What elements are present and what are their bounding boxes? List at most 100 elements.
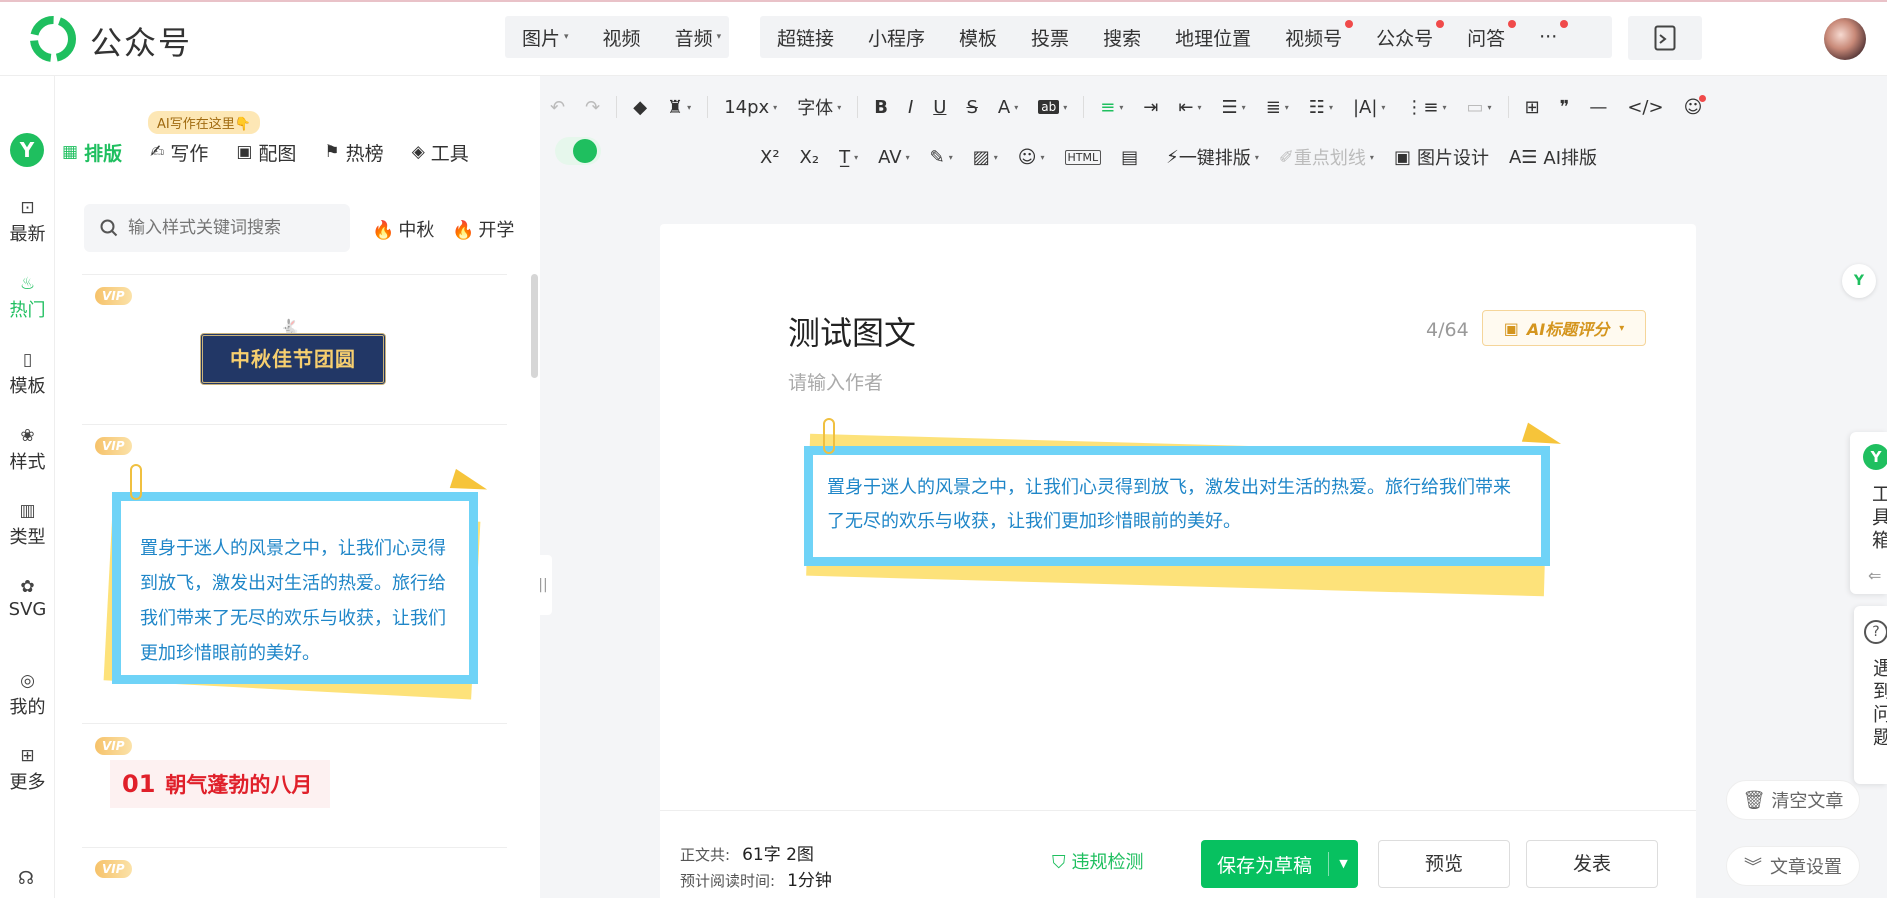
sticker-icon[interactable]: ☺ ▾ [1018,147,1045,168]
tab-hotlist[interactable]: ⚑ 热榜 [324,139,383,166]
hot-tag-school[interactable]: 🔥 开学 [452,216,514,242]
html-icon[interactable]: HTML [1064,149,1102,165]
magic-wand-icon[interactable]: ✎ ▾ [930,147,953,168]
tab-tools[interactable]: ◈ 工具 [412,139,469,166]
nav-item-svg[interactable]: ✿ SVG [0,577,55,620]
chart-icon[interactable]: ▨ ▾ [973,147,998,168]
briefcase-icon[interactable]: ▤ [1121,147,1138,168]
format-toolbar-row1: ↶ ↷ ◆ ♜ ▾ 14px ▾ 字体 ▾ B I U S A ▾ ab ▾ ≡ ▾ ⇥ ⇤… [540,90,1712,124]
insert-audio-button[interactable]: 音频 ▾ [658,16,739,58]
article-settings-button[interactable]: ︾ 文章设置 [1726,846,1860,886]
highlight-line-button[interactable]: ✐ 重点划线 ▾ [1279,144,1374,170]
line-height-icon[interactable]: ☰ ▾ [1222,97,1246,118]
font-color-icon[interactable]: A ▾ [998,97,1018,118]
font-size-select[interactable]: 14px ▾ [724,97,777,118]
plugin-brand-icon[interactable]: Y [10,133,44,167]
panel-scrollbar[interactable] [531,274,538,378]
code-icon[interactable]: </> [1627,97,1663,118]
help-label: 遇到问题 [1870,658,1887,750]
nav-item-hot[interactable]: ♨ 热门 [0,274,55,322]
insert-vote-button[interactable]: 投票 [1014,16,1086,58]
strikethrough-icon[interactable]: S [966,97,977,118]
clear-article-button[interactable]: 🗑 清空文章 [1726,780,1860,820]
ordered-list-icon[interactable]: ☷ ▾ [1309,97,1333,118]
quote-icon[interactable]: ❞ [1560,97,1570,118]
tab-layout[interactable]: ▦ 排版 [62,139,122,166]
indent-icon[interactable]: ⇥ [1143,97,1158,118]
insert-location-button[interactable]: 地理位置 [1158,16,1268,58]
insert-miniprogram-button[interactable]: 小程序 [851,16,942,58]
more-insert-button[interactable]: ··· [1522,16,1574,58]
nav-item-template[interactable]: ▯ 模板 [0,350,55,398]
image-design-button[interactable]: ▣ 图片设计 [1394,144,1489,170]
insert-account-button[interactable]: 公众号 [1359,16,1450,58]
image-float-icon[interactable]: ▭ ▾ [1467,97,1492,118]
panel-collapse-handle[interactable]: || [534,555,552,615]
underline-icon[interactable]: U [933,97,946,118]
font-family-select[interactable]: 字体 ▾ [797,94,841,120]
headset-icon[interactable]: ☊ [18,868,34,889]
subscript-icon[interactable]: X₂ [800,147,820,168]
bold-icon[interactable]: B [874,97,888,118]
article-title-input[interactable]: 测试图文 [788,308,916,354]
table-icon[interactable]: ⊞ [1525,97,1540,118]
text-height-icon[interactable]: T̲ ▾ [839,147,858,168]
insert-channels-button[interactable]: 视频号 [1268,16,1359,58]
publish-button[interactable]: 发表 [1526,840,1658,888]
style-card-title[interactable]: 01 朝气蓬勃的八月 [110,760,330,808]
save-draft-button[interactable]: 保存为草稿 ▼ [1201,840,1358,888]
title-text: 朝气蓬勃的八月 [165,773,313,797]
hot-tag-midautumn[interactable]: 🔥 中秋 [372,216,434,242]
format-painter-icon[interactable]: ♜ ▾ [667,97,691,118]
emoji-icon[interactable]: ☺ [1684,94,1707,118]
article-body-note[interactable]: 置身于迷人的风景之中，让我们心灵得到放飞，激发出对生活的热爱。旅行给我们带来了无… [804,446,1550,566]
italic-icon[interactable]: I [908,97,913,118]
redo-icon[interactable]: ↷ [585,97,600,118]
title-number: 01 [122,770,156,798]
align-icon[interactable]: ≡ ▾ [1100,97,1123,118]
nav-item-mine[interactable]: ◎ 我的 [0,671,55,719]
author-input[interactable]: 请输入作者 [788,368,883,395]
style-card-note[interactable]: 置身于迷人的风景之中，让我们心灵得到放飞，激发出对生活的热爱。旅行给我们带来了无… [112,492,478,684]
paperclip-icon [823,418,835,454]
style-search-input[interactable] [128,218,328,238]
undo-icon[interactable]: ↶ [550,97,565,118]
nav-item-latest[interactable]: ⊡ 最新 [0,198,55,246]
outdent-icon[interactable]: ⇤ ▾ [1178,97,1201,118]
insert-video-button[interactable]: 视频 [586,16,658,58]
plugin-float-icon[interactable]: Y [1842,264,1876,298]
document-switch-button[interactable] [1628,16,1702,60]
one-click-layout-button[interactable]: ⚡ 一键排版 ▾ [1166,144,1259,170]
nav-item-style[interactable]: ❀ 样式 [0,426,55,474]
article-body-text[interactable]: 置身于迷人的风景之中，让我们心灵得到放飞，激发出对生活的热爱。旅行给我们带来了无… [813,455,1541,557]
chevron-down-icon[interactable]: ▼ [1328,852,1358,876]
ai-layout-button[interactable]: A☰ AI排版 [1509,144,1597,170]
eraser-icon[interactable]: ◆ [633,97,647,118]
divider-line-icon[interactable]: — [1589,97,1607,118]
nav-item-type[interactable]: ▥ 类型 [0,501,55,549]
ai-title-score-button[interactable]: ▣ AI标题评分 ▾ [1482,310,1646,346]
superscript-icon[interactable]: X² [760,147,780,168]
insert-qa-button[interactable]: 问答 [1450,16,1522,58]
insert-template-button[interactable]: 模板 [942,16,1014,58]
insert-hyperlink-button[interactable]: 超链接 [760,16,851,58]
chevron-down-icon: ▾ [1619,322,1625,334]
avatar[interactable] [1824,18,1866,60]
kerning-icon[interactable]: AV ▾ [878,147,910,168]
tab-write[interactable]: ✍ 写作 [150,139,208,166]
tab-image[interactable]: ▣ 配图 [236,139,296,166]
letter-spacing-icon[interactable]: |A| ▾ [1353,97,1385,118]
insert-image-button[interactable]: 图片 ▾ [505,16,586,58]
bullet-list-icon[interactable]: ⋮≡ ▾ [1405,97,1446,118]
preview-button[interactable]: 预览 [1378,840,1510,888]
toolbox-panel[interactable]: Y 工具箱 ⇐ [1850,432,1887,594]
background-color-icon[interactable]: ab ▾ [1038,100,1067,114]
insert-search-button[interactable]: 搜索 [1086,16,1158,58]
help-panel[interactable]: ? 遇到问题 [1854,606,1887,784]
paragraph-spacing-icon[interactable]: ≣ ▾ [1266,97,1289,118]
style-card-midautumn[interactable]: 中秋佳节团圆 [200,333,386,385]
cube-icon: ◈ [411,142,425,162]
nav-item-more[interactable]: ⊞ 更多 [0,746,55,794]
app-title: 公众号 [90,24,193,62]
compliance-check-button[interactable]: ⛉ 违规检测 [1052,848,1144,874]
